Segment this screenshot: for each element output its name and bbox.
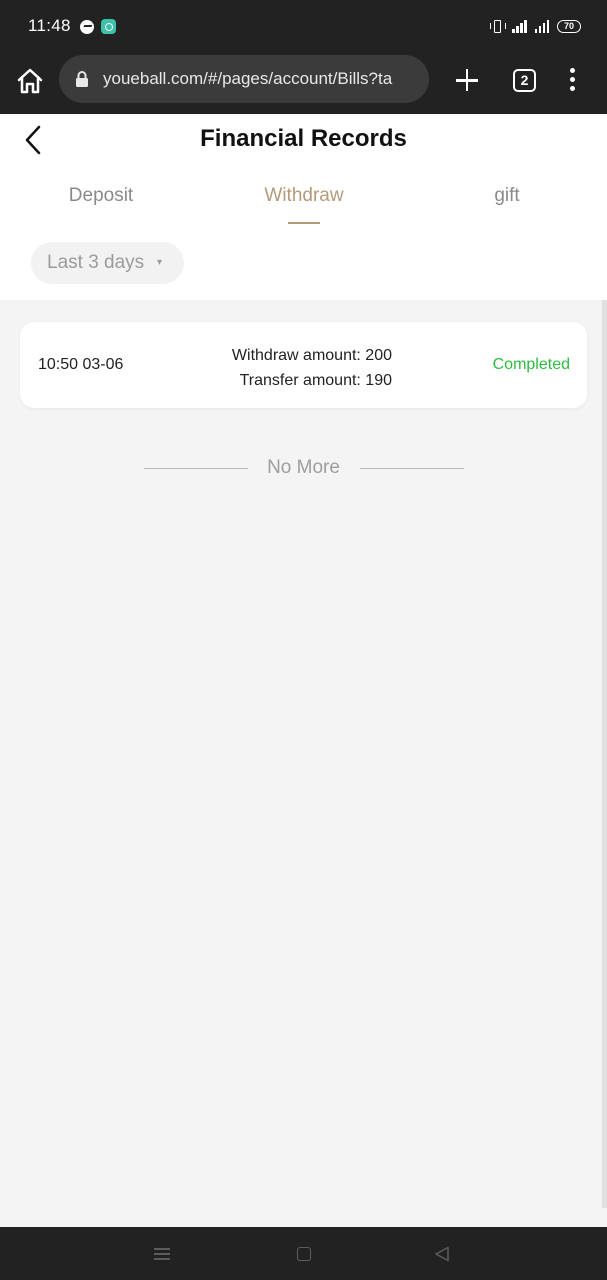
page-header: Financial Records Deposit Withdraw gift …: [0, 114, 607, 300]
more-menu-icon[interactable]: [563, 67, 583, 93]
withdraw-amount: Withdraw amount: 200: [231, 347, 392, 364]
messenger-icon: [80, 20, 94, 34]
home-icon[interactable]: [14, 65, 46, 97]
page-title: Financial Records: [200, 125, 407, 152]
date-filter-dropdown[interactable]: Last 3 days ▾: [31, 242, 184, 284]
vibrate-icon: [490, 19, 506, 33]
app-notification-icon: [101, 19, 116, 34]
record-amounts: Withdraw amount: 200 Transfer amount: 19…: [180, 343, 392, 393]
status-badge: Completed: [492, 356, 570, 373]
status-bar: 11:48 70: [0, 0, 607, 52]
transfer-amount: Transfer amount: 190: [239, 372, 392, 389]
back-triangle-icon[interactable]: [434, 1246, 450, 1262]
active-tab-indicator: [288, 222, 320, 224]
tab-gift[interactable]: gift: [427, 185, 587, 207]
url-text[interactable]: youeball.com/#/pages/account/Bills?ta: [103, 69, 421, 89]
recent-apps-icon[interactable]: [154, 1247, 170, 1261]
date-filter-label: Last 3 days: [47, 252, 145, 273]
scrollbar[interactable]: [602, 300, 607, 1208]
tab-deposit[interactable]: Deposit: [21, 185, 181, 207]
lock-icon: [75, 71, 89, 87]
record-time: 10:50 03-06: [38, 356, 124, 373]
system-nav-bar: [0, 1227, 607, 1280]
signal-icon: [534, 19, 549, 33]
tab-switcher-button[interactable]: 2: [513, 69, 536, 92]
record-card[interactable]: 10:50 03-06 Withdraw amount: 200 Transfe…: [20, 322, 587, 408]
dropdown-arrow-icon: ▾: [157, 257, 163, 268]
list-end-indicator: No More: [0, 457, 607, 479]
no-more-text: No More: [267, 457, 340, 478]
new-tab-icon[interactable]: [452, 65, 482, 95]
battery-icon: 70: [557, 19, 581, 33]
signal-icon: [512, 19, 527, 33]
divider-right: [360, 468, 464, 469]
browser-toolbar: youeball.com/#/pages/account/Bills?ta 2: [0, 52, 607, 114]
tab-withdraw[interactable]: Withdraw: [224, 185, 384, 207]
status-indicators: 70: [490, 17, 581, 35]
status-time: 11:48: [28, 16, 71, 35]
home-button-icon[interactable]: [297, 1247, 311, 1261]
address-bar[interactable]: youeball.com/#/pages/account/Bills?ta: [59, 55, 429, 103]
